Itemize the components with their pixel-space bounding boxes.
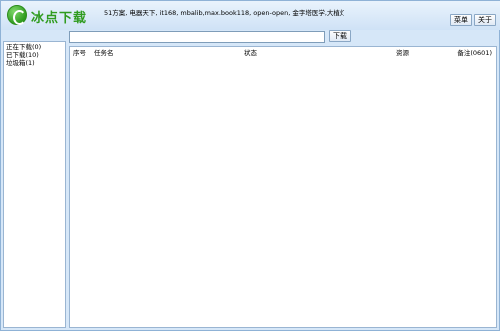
download-button[interactable]: 下载 <box>329 30 351 42</box>
sidebar-item-downloaded[interactable]: 已下载(10) <box>4 51 65 59</box>
app-title: 冰点下载 <box>31 11 88 26</box>
task-list-header: 序号 任务名 状态 资源 备注(0601) <box>70 47 496 59</box>
sidebar-item-downloading[interactable]: 正在下载(0) <box>4 43 65 51</box>
sidebar-item-trash[interactable]: 垃圾箱(1) <box>4 59 65 67</box>
column-header-task-name[interactable]: 任务名 <box>94 47 114 59</box>
column-header-index[interactable]: 序号 <box>73 47 86 59</box>
category-sidebar: 正在下载(0) 已下载(10) 垃圾箱(1) <box>3 41 66 328</box>
task-list: 序号 任务名 状态 资源 备注(0601) <box>69 46 497 328</box>
column-header-source[interactable]: 资源 <box>396 47 409 59</box>
supported-sites-text: 51方案, 电器天下, it168, mbalib,max.book118, o… <box>104 9 344 17</box>
app-window: 冰点下载 51方案, 电器天下, it168, mbalib,max.book1… <box>0 0 500 331</box>
title-bar: 冰点下载 51方案, 电器天下, it168, mbalib,max.book1… <box>1 1 500 30</box>
column-header-note[interactable]: 备注(0601) <box>457 47 492 59</box>
app-logo-icon <box>7 5 27 25</box>
column-header-status[interactable]: 状态 <box>244 47 257 59</box>
menu-button[interactable]: 菜单 <box>450 14 472 26</box>
url-input[interactable] <box>69 31 325 43</box>
about-button[interactable]: 关于 <box>474 14 496 26</box>
